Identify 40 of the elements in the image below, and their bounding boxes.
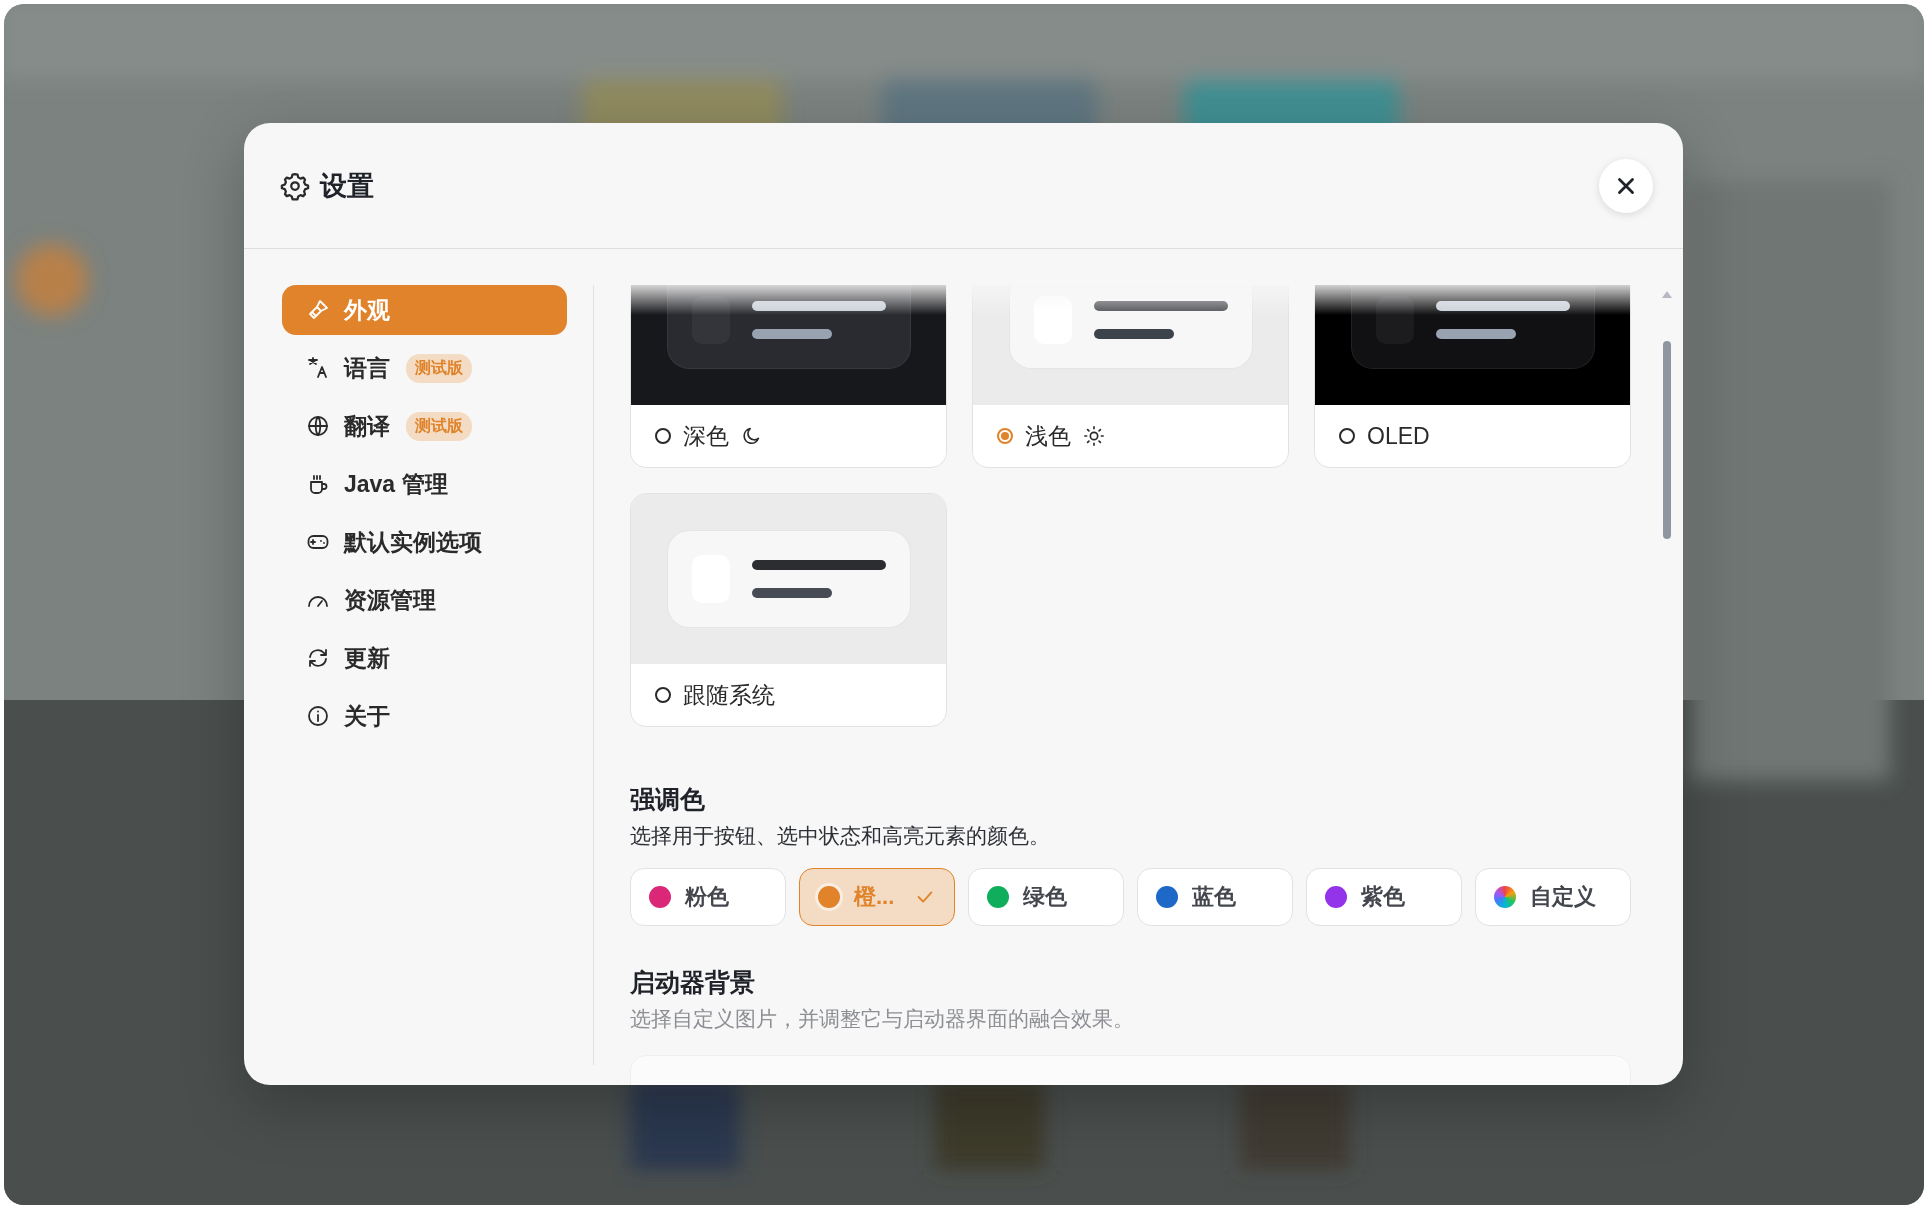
beta-badge: 测试版	[406, 353, 472, 383]
accent-color-option[interactable]: 蓝色	[1137, 868, 1293, 926]
sun-icon	[1083, 425, 1105, 447]
section-description: 选择自定义图片，并调整它与启动器界面的融合效果。	[630, 1006, 1135, 1032]
theme-label: 跟随系统	[683, 680, 775, 710]
accent-color-option[interactable]: 紫色	[1306, 868, 1462, 926]
theme-label: 深色	[683, 421, 729, 451]
radio-button[interactable]	[1339, 428, 1355, 444]
info-icon	[306, 704, 330, 728]
radio-button[interactable]	[997, 428, 1013, 444]
close-button[interactable]	[1599, 158, 1653, 213]
theme-label: 浅色	[1025, 421, 1071, 451]
section-title: 启动器背景	[630, 967, 756, 998]
accent-color-option[interactable]: 自定义	[1475, 868, 1631, 926]
accent-color-option[interactable]: 粉色	[630, 868, 786, 926]
radio-button[interactable]	[655, 428, 671, 444]
beta-badge: 测试版	[406, 411, 472, 441]
sidebar-item[interactable]: 默认实例选项	[282, 517, 567, 567]
section-title: 强调色	[630, 784, 706, 815]
accent-color-option[interactable]: 绿色	[968, 868, 1124, 926]
theme-option-card[interactable]: 浅色	[972, 285, 1289, 468]
theme-label: OLED	[1367, 422, 1430, 450]
rainbow-dot-icon	[1494, 886, 1516, 908]
sidebar-item[interactable]: 关于	[282, 691, 567, 741]
sidebar-item[interactable]: 更新	[282, 633, 567, 683]
theme-option-card[interactable]: 跟随系统	[630, 493, 947, 727]
dialog-title: 设置	[320, 169, 375, 203]
section-description: 选择用于按钮、选中状态和高亮元素的颜色。	[630, 823, 1051, 849]
globe-icon	[306, 414, 330, 438]
radio-button[interactable]	[655, 687, 671, 703]
sidebar-item[interactable]: 资源管理	[282, 575, 567, 625]
settings-icon	[280, 170, 310, 201]
translate-icon	[306, 356, 330, 380]
theme-option-card[interactable]: OLED	[1314, 285, 1631, 468]
sidebar-item[interactable]: Java 管理	[282, 459, 567, 509]
refresh-icon	[306, 646, 330, 670]
sidebar-item[interactable]: 语言 测试版	[282, 343, 567, 393]
sidebar-item[interactable]: 翻译 测试版	[282, 401, 567, 451]
theme-option-card[interactable]: 深色	[630, 285, 947, 468]
brush-icon	[306, 298, 330, 322]
